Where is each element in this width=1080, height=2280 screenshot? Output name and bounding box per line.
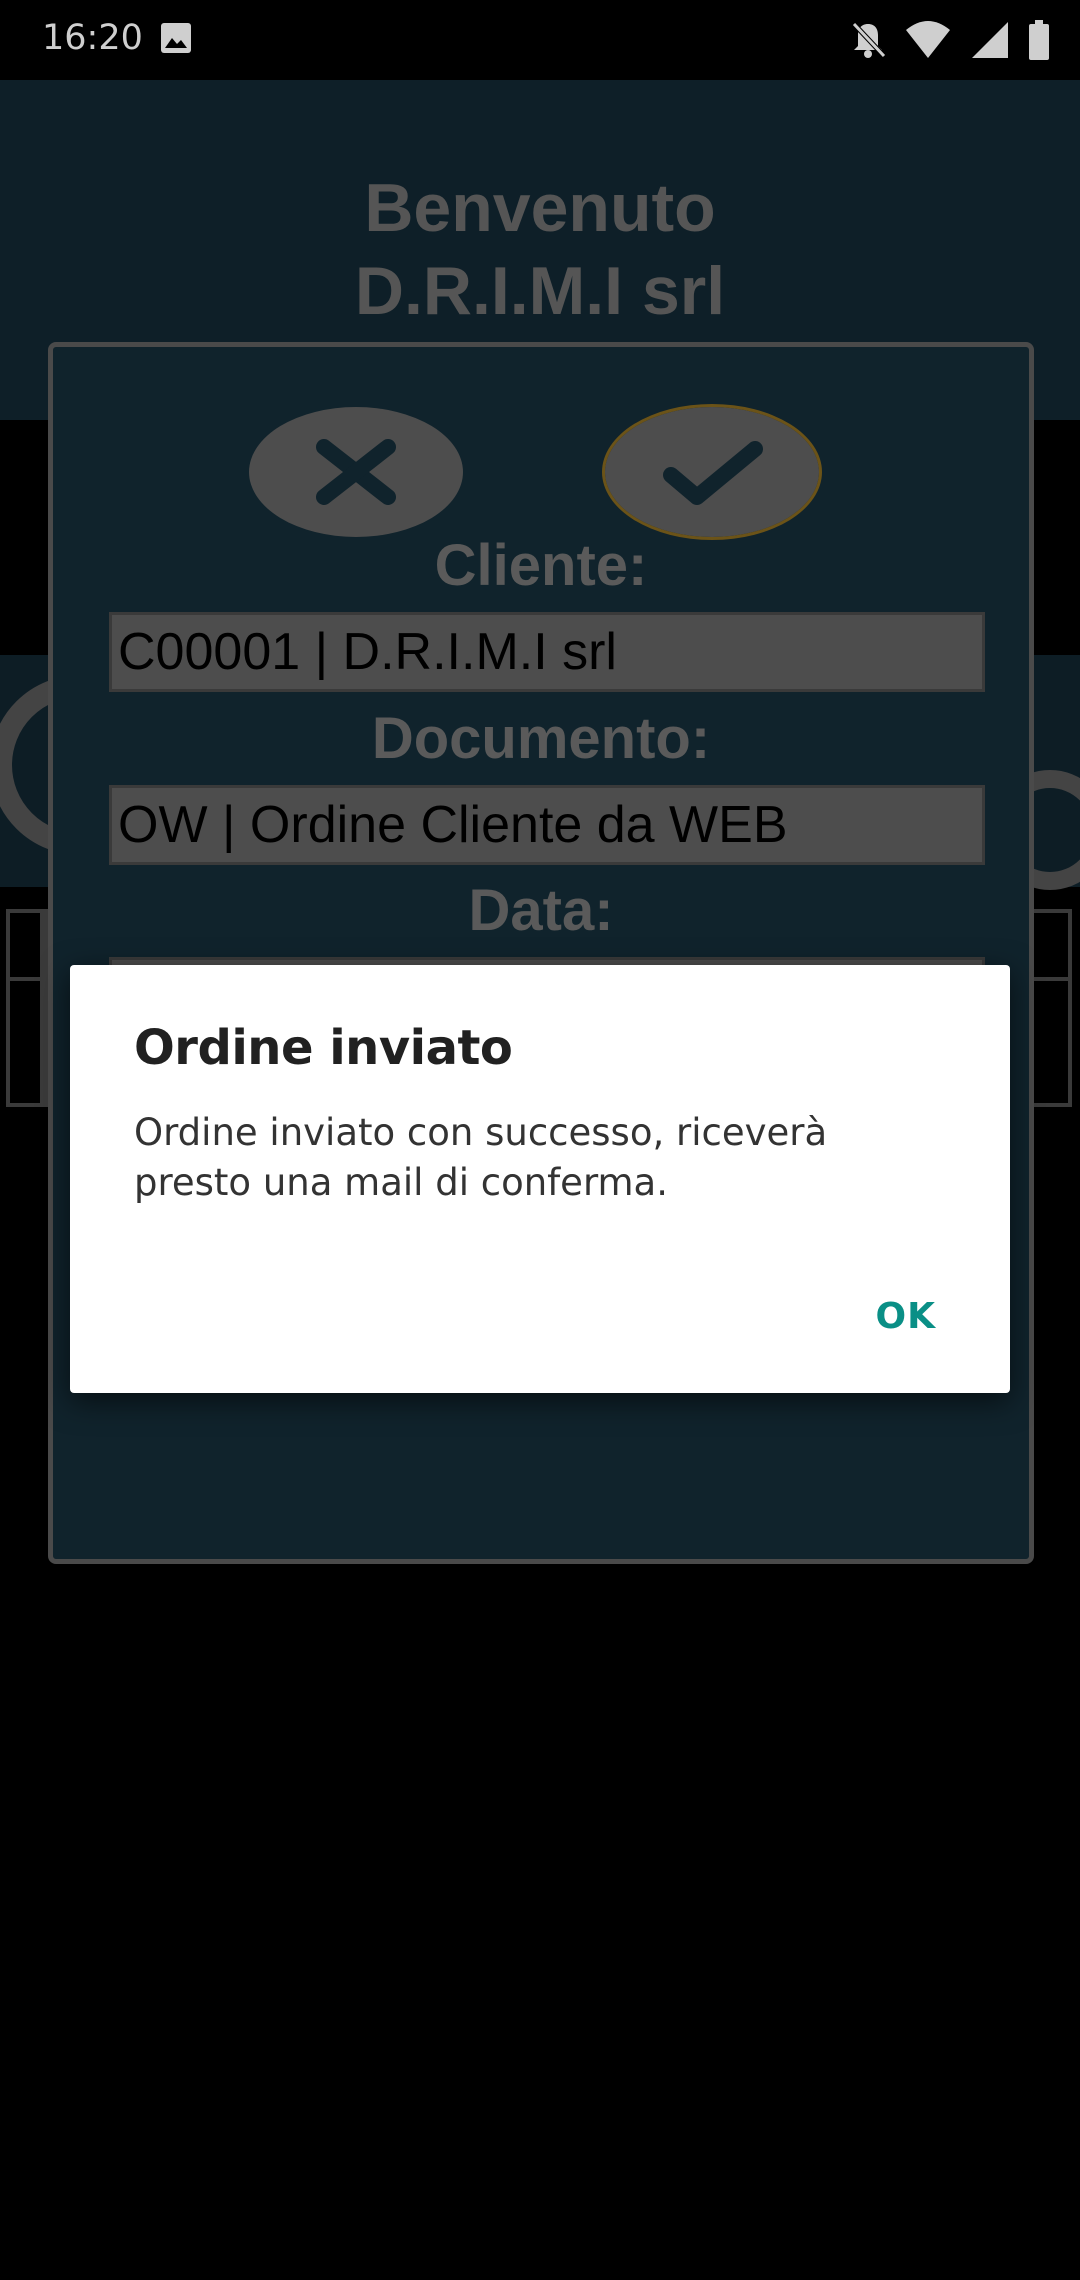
documento-field[interactable]: OW | Ordine Cliente da WEB (109, 785, 985, 865)
cancel-button[interactable] (249, 407, 463, 537)
order-sent-dialog: Ordine inviato Ordine inviato con succes… (70, 965, 1010, 1393)
company-name: D.R.I.M.I srl (354, 253, 726, 329)
data-label: Data: (468, 878, 614, 943)
image-icon (161, 23, 191, 53)
bell-off-icon (852, 22, 886, 58)
dialog-message: Ordine inviato con successo, riceverà pr… (134, 1111, 828, 1204)
status-bar: 16:20 (0, 0, 1080, 80)
cliente-field[interactable]: C00001 | D.R.I.M.I srl (109, 612, 985, 692)
close-icon (316, 439, 396, 505)
signal-icon (972, 22, 1008, 58)
wifi-icon (906, 21, 950, 58)
cliente-label: Cliente: (434, 533, 648, 598)
documento-label: Documento: (371, 706, 711, 771)
check-icon (663, 441, 763, 505)
welcome-title: Benvenuto (364, 170, 716, 246)
dialog-title: Ordine inviato (134, 1020, 513, 1076)
confirm-button[interactable] (602, 404, 822, 540)
status-icons (850, 18, 1050, 62)
battery-icon (1029, 20, 1049, 60)
status-time: 16:20 (42, 18, 143, 58)
ok-button[interactable]: OK (872, 1290, 941, 1343)
